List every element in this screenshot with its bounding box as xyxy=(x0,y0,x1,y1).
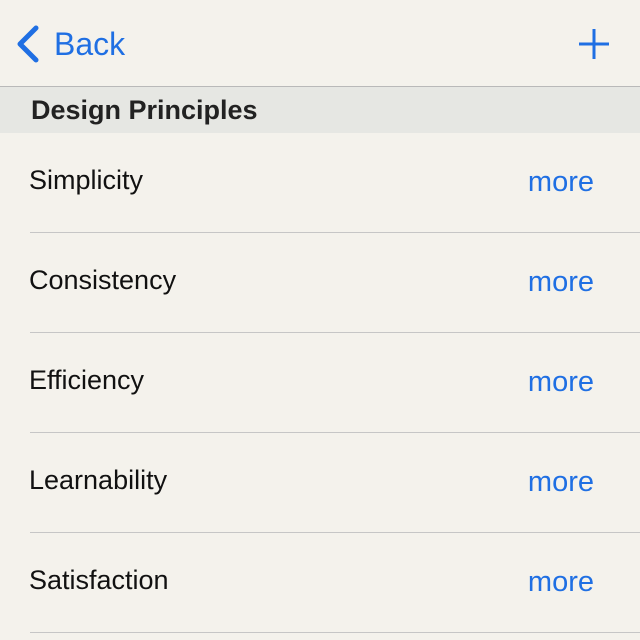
more-link[interactable]: more xyxy=(528,566,594,599)
list-item[interactable]: Efficiency more xyxy=(0,333,640,433)
row-divider xyxy=(30,632,640,633)
back-label: Back xyxy=(54,26,126,62)
list-item[interactable]: Satisfaction more xyxy=(0,533,640,633)
more-link[interactable]: more xyxy=(528,366,594,399)
plus-icon xyxy=(576,29,612,66)
list-item-title: Consistency xyxy=(29,265,177,295)
list-item[interactable]: Consistency more xyxy=(0,233,640,333)
list-item[interactable]: Learnability more xyxy=(0,433,640,533)
list-item[interactable]: Simplicity more xyxy=(0,133,640,233)
section-header: Design Principles xyxy=(0,87,640,133)
list-item-title: Satisfaction xyxy=(29,565,169,595)
chevron-left-icon xyxy=(14,24,42,64)
list-item-title: Efficiency xyxy=(29,365,145,395)
more-link[interactable]: more xyxy=(528,466,594,499)
navigation-bar: Back xyxy=(0,0,640,87)
more-link[interactable]: more xyxy=(528,266,594,299)
principles-list: Simplicity more Consistency more Efficie… xyxy=(0,133,640,633)
add-button[interactable] xyxy=(576,26,612,62)
list-item-title: Simplicity xyxy=(29,165,144,195)
back-button[interactable]: Back xyxy=(14,22,125,66)
list-item-title: Learnability xyxy=(29,465,168,495)
more-link[interactable]: more xyxy=(528,166,594,199)
